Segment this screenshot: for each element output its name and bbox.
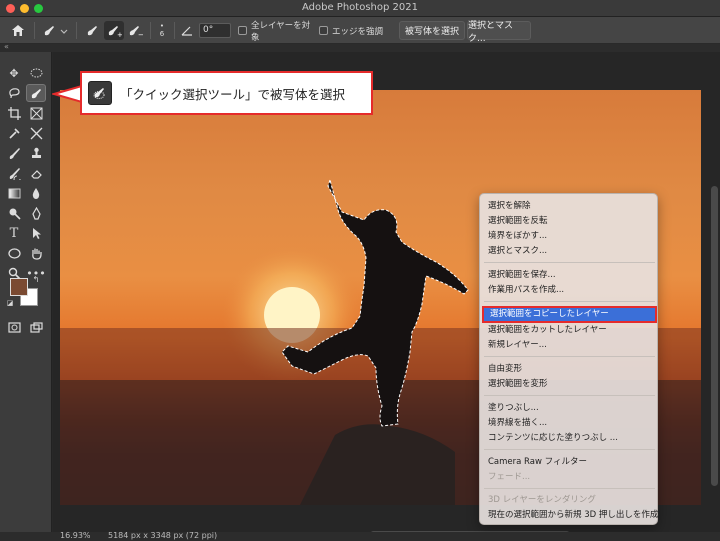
quick-selection-tool-icon[interactable] — [26, 84, 46, 102]
menu-separator — [484, 356, 655, 357]
home-icon — [12, 25, 24, 36]
panel-collapse-strip: « — [0, 42, 720, 52]
brush-size-picker[interactable]: • 6 — [154, 21, 170, 40]
options-bar: + − • 6 0° 全レイヤーを対象 エッジを強調 被写体を選択 選択とマスク… — [0, 17, 720, 44]
menu-item-fill[interactable]: 塗りつぶし... — [488, 401, 539, 415]
brush-tool-icon[interactable] — [4, 144, 24, 162]
type-tool-icon[interactable]: T — [4, 224, 24, 242]
crop-tool-icon[interactable] — [4, 104, 24, 122]
quick-selection-icon — [88, 81, 112, 105]
dodge-tool-icon[interactable] — [4, 204, 24, 222]
menu-separator — [484, 449, 655, 450]
menu-item-layer-via-copy-label: 選択範囲をコピーしたレイヤー — [490, 309, 609, 319]
menu-item-select-inverse[interactable]: 選択範囲を反転 — [488, 214, 548, 228]
eraser-tool-icon[interactable] — [26, 164, 46, 182]
move-tool-icon[interactable]: ✥ — [4, 64, 24, 82]
menu-separator — [484, 395, 655, 396]
home-button[interactable] — [8, 21, 28, 40]
foreground-color-swatch[interactable] — [10, 278, 28, 296]
select-and-mask-button[interactable]: 選択とマスク... — [467, 21, 531, 44]
callout-text: 「クイック選択ツール」で被写体を選択 — [120, 86, 346, 102]
angle-input[interactable]: 0° — [199, 23, 231, 38]
brush-new-icon — [87, 25, 97, 35]
brush-add-icon: + — [108, 25, 122, 38]
tool-preset-picker[interactable] — [40, 21, 70, 40]
eyedropper-tool-icon[interactable] — [4, 124, 24, 142]
menu-item-new-layer[interactable]: 新規レイヤー... — [488, 338, 547, 352]
status-bar: 16.93% 5184 px x 3348 px (72 ppi) — [0, 531, 720, 541]
path-selection-tool-icon[interactable] — [26, 224, 46, 242]
angle-icon — [180, 21, 194, 40]
checkbox-box[interactable] — [238, 26, 247, 35]
menu-item-transform-selection[interactable]: 選択範囲を変形 — [488, 377, 548, 391]
default-colors-icon[interactable]: ◪ — [4, 298, 16, 308]
menu-separator — [484, 488, 655, 489]
frame-tool-icon[interactable] — [26, 104, 46, 122]
menu-item-select-and-mask[interactable]: 選択とマスク... — [488, 244, 547, 258]
menu-item-render-3d-layer: 3D レイヤーをレンダリング — [488, 495, 596, 505]
svg-text:+: + — [117, 31, 122, 38]
tools-panel: ✥ T ••• ↰ ◪ — [0, 52, 52, 532]
lasso-tool-icon[interactable] — [4, 84, 24, 102]
stamp-tool-icon[interactable] — [26, 144, 46, 162]
context-menu: 選択を解除 選択範囲を反転 境界をぼかす... 選択とマスク... 選択範囲を保… — [479, 193, 658, 525]
add-to-selection-button[interactable]: + — [104, 21, 124, 40]
screen-mode-icon[interactable] — [26, 318, 46, 336]
annotation-callout: 「クイック選択ツール」で被写体を選択 — [80, 71, 373, 115]
quick-selection-icon — [44, 25, 68, 35]
zoom-level[interactable]: 16.93% — [60, 531, 91, 540]
menu-item-stroke[interactable]: 境界線を描く... — [488, 416, 547, 430]
swap-colors-icon[interactable]: ↰ — [30, 274, 42, 284]
callout-pointer — [52, 84, 82, 104]
subtract-from-selection-button[interactable]: − — [126, 21, 144, 40]
blur-tool-icon[interactable] — [26, 184, 46, 202]
enhance-edge-checkbox[interactable]: エッジを強調 — [319, 21, 387, 40]
quick-mask-icon[interactable] — [4, 318, 24, 336]
window-title: Adobe Photoshop 2021 — [302, 2, 418, 13]
menu-item-make-work-path[interactable]: 作業用パスを作成... — [488, 283, 564, 297]
sample-all-layers-checkbox[interactable]: 全レイヤーを対象 — [238, 20, 318, 43]
menu-separator — [484, 301, 655, 302]
enhance-edge-label: エッジを強調 — [332, 26, 384, 37]
menu-item-content-aware-fill[interactable]: コンテンツに応じた塗りつぶし ... — [488, 431, 618, 445]
document-dimensions: 5184 px x 3348 px (72 ppi) — [108, 531, 218, 540]
brush-size-value: 6 — [159, 30, 165, 38]
brush-subtract-icon: − — [129, 25, 143, 38]
vertical-scrollbar[interactable] — [711, 186, 718, 486]
menu-item-save-selection[interactable]: 選択範囲を保存... — [488, 268, 556, 282]
menu-separator — [484, 262, 655, 263]
ruler-tool-icon[interactable] — [26, 124, 46, 142]
brush-dot-icon: • — [159, 22, 165, 30]
marquee-tool-icon[interactable] — [26, 64, 46, 82]
title-bar: Adobe Photoshop 2021 — [0, 0, 720, 17]
checkbox-box[interactable] — [319, 26, 328, 35]
collapse-arrows-icon[interactable]: « — [4, 42, 9, 51]
gradient-tool-icon[interactable] — [4, 184, 24, 202]
svg-text:−: − — [138, 31, 143, 38]
hand-tool-icon[interactable] — [26, 244, 46, 262]
ellipse-tool-icon[interactable] — [4, 244, 24, 262]
menu-item-feather[interactable]: 境界をぼかす... — [488, 229, 547, 243]
menu-item-deselect[interactable]: 選択を解除 — [488, 199, 531, 213]
menu-item-new-3d-extrusion[interactable]: 現在の選択範囲から新規 3D 押し出しを作成 — [488, 508, 658, 522]
menu-item-layer-via-cut[interactable]: 選択範囲をカットしたレイヤー — [488, 323, 607, 337]
select-subject-button[interactable]: 被写体を選択 — [399, 21, 465, 40]
history-brush-tool-icon[interactable] — [4, 164, 24, 182]
menu-item-fade: フェード... — [488, 472, 531, 482]
sample-all-layers-label: 全レイヤーを対象 — [250, 20, 311, 43]
new-selection-button[interactable] — [84, 21, 102, 40]
pen-tool-icon[interactable] — [26, 204, 46, 222]
menu-item-layer-via-copy[interactable]: 選択範囲をコピーしたレイヤー — [482, 306, 657, 323]
menu-item-free-transform[interactable]: 自由変形 — [488, 362, 522, 376]
menu-item-camera-raw-filter[interactable]: Camera Raw フィルター — [488, 455, 587, 469]
